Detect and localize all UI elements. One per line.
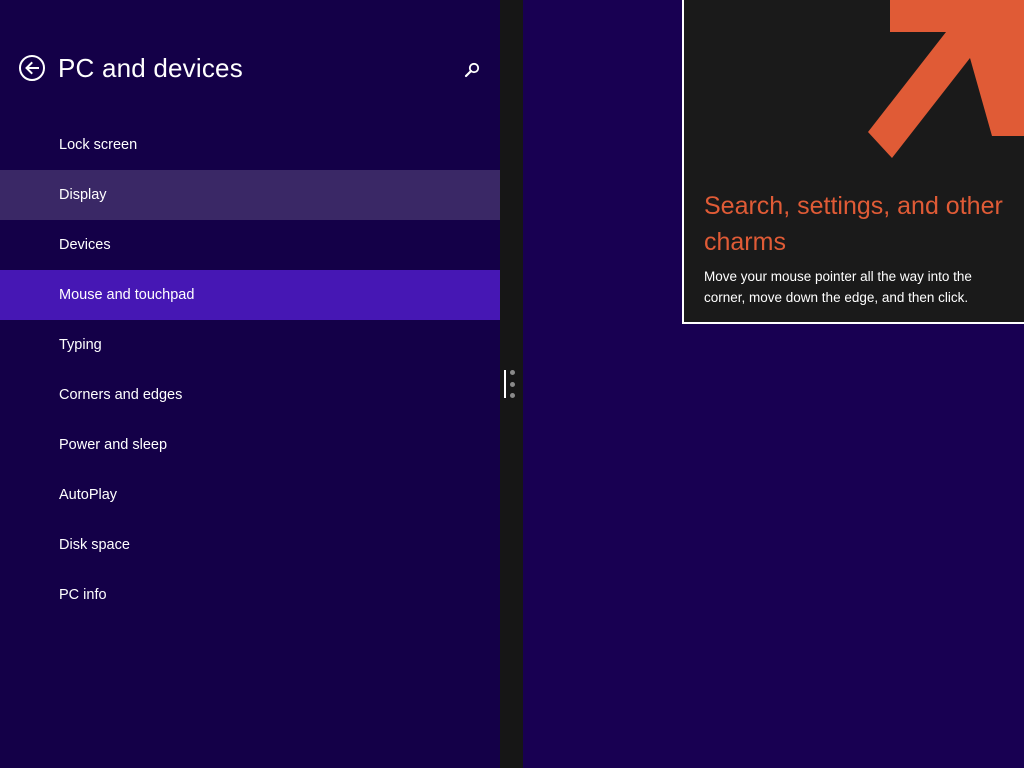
nav-item-mouse-and-touchpad[interactable]: Mouse and touchpad: [0, 270, 500, 320]
splitter-grip-icon[interactable]: [509, 370, 515, 398]
nav-item-corners-and-edges[interactable]: Corners and edges: [0, 370, 500, 420]
nav-item-devices[interactable]: Devices: [0, 220, 500, 270]
diagonal-arrow-icon: [868, 0, 1024, 158]
splitter-handle[interactable]: [504, 370, 506, 398]
nav-item-display[interactable]: Display: [0, 170, 500, 220]
nav-item-typing[interactable]: Typing: [0, 320, 500, 370]
tip-heading: Search, settings, and other charms: [704, 192, 1003, 256]
nav-item-autoplay[interactable]: AutoPlay: [0, 470, 500, 520]
tip-body: Move your mouse pointer all the way into…: [704, 269, 972, 305]
settings-pane: PC and devices Lock screen Display Devic…: [0, 0, 500, 768]
nav-item-pc-info[interactable]: PC info: [0, 570, 500, 620]
charms-tip-card: Search, settings, and other charms Move …: [682, 0, 1024, 324]
back-arrow-icon: [25, 61, 39, 75]
search-icon: [464, 62, 480, 78]
back-button[interactable]: [19, 55, 45, 81]
nav-list: Lock screen Display Devices Mouse and to…: [0, 120, 500, 620]
nav-item-disk-space[interactable]: Disk space: [0, 520, 500, 570]
nav-item-lock-screen[interactable]: Lock screen: [0, 120, 500, 170]
page-title: PC and devices: [58, 53, 243, 83]
search-button[interactable]: [462, 60, 482, 80]
nav-item-power-and-sleep[interactable]: Power and sleep: [0, 420, 500, 470]
